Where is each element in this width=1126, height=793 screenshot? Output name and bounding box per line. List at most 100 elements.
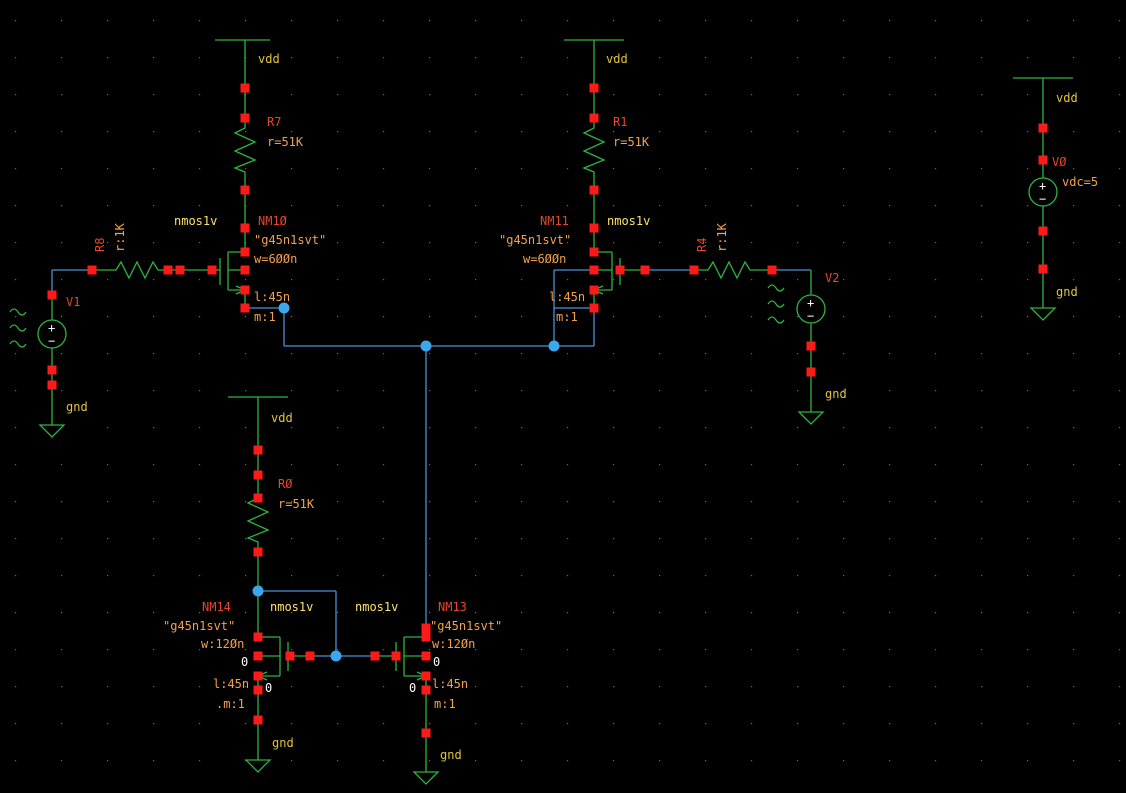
grid-dot (659, 94, 661, 96)
pin-marker[interactable] (163, 265, 173, 275)
pin-marker[interactable] (207, 265, 217, 275)
pin-marker[interactable] (370, 651, 380, 661)
gnd-symbol-v1[interactable]: gnd (38, 400, 88, 438)
source-v0[interactable]: + − VØ vdc=5 (1028, 128, 1098, 308)
pin-marker[interactable] (47, 365, 57, 375)
grid-dot (981, 94, 983, 96)
vdd-symbol-r7[interactable]: vdd (215, 39, 280, 88)
grid-dot (567, 538, 569, 540)
grid-dot (291, 205, 293, 207)
pin-marker[interactable] (589, 247, 599, 257)
pin-marker[interactable] (589, 303, 599, 313)
pin-marker[interactable] (806, 367, 816, 377)
grid-dot (935, 612, 937, 614)
grid-dot (705, 501, 707, 503)
pin-marker[interactable] (240, 247, 250, 257)
grid-dot (199, 501, 201, 503)
schematic-canvas[interactable]: vdd R7 r=51K nmos1v NM1Ø "g45n1svt" w=6Ø… (0, 0, 1126, 793)
pin-marker[interactable] (689, 265, 699, 275)
pin-marker[interactable] (589, 285, 599, 295)
pin-marker[interactable] (253, 547, 263, 557)
grid-dot (981, 575, 983, 577)
gnd-symbol-v0[interactable]: gnd (1029, 285, 1078, 321)
resistor-r4[interactable]: R4 r:1K (645, 222, 772, 280)
gnd-symbol-nm14[interactable]: gnd (244, 736, 294, 773)
grid-dot (797, 686, 799, 688)
pin-marker[interactable] (240, 113, 250, 123)
pin-marker[interactable] (285, 651, 295, 661)
junction-dot[interactable] (252, 585, 264, 597)
transistor-nm14[interactable]: NM14 nmos1v "g45n1svt" w:12Øn 0 l:45n 0 … (163, 591, 313, 760)
pin-marker[interactable] (253, 632, 263, 642)
resistor-r1[interactable]: R1 r=51K (582, 88, 650, 228)
pin-marker[interactable] (589, 265, 599, 275)
pin-marker[interactable] (421, 728, 431, 738)
grid-dot (613, 686, 615, 688)
vdd-symbol-r0[interactable]: vdd (228, 396, 293, 450)
grid-dot (337, 649, 339, 651)
vdd-symbol-v0[interactable]: vdd (1013, 77, 1078, 128)
pin-marker[interactable] (806, 341, 816, 351)
grid-dot (751, 20, 753, 22)
junction-dot[interactable] (548, 340, 560, 352)
pin-marker[interactable] (305, 651, 315, 661)
pin-marker[interactable] (253, 445, 263, 455)
pin-marker[interactable] (767, 265, 777, 275)
pin-marker[interactable] (253, 685, 263, 695)
pin-marker[interactable] (421, 632, 431, 642)
pin-marker[interactable] (240, 285, 250, 295)
junction-dot[interactable] (278, 302, 290, 314)
pin-marker[interactable] (253, 470, 263, 480)
pin-marker[interactable] (240, 185, 250, 195)
pin-marker[interactable] (253, 715, 263, 725)
resistor-r7[interactable]: R7 r=51K (233, 88, 304, 228)
grid-dot (705, 649, 707, 651)
gnd-symbol-nm13[interactable]: gnd (412, 748, 462, 785)
pin-marker[interactable] (1038, 264, 1048, 274)
grid-dot (521, 131, 523, 133)
grid-dot (889, 205, 891, 207)
pin-marker[interactable] (253, 493, 263, 503)
pin-marker[interactable] (615, 265, 625, 275)
junction-dot[interactable] (420, 340, 432, 352)
grid-dot (935, 538, 937, 540)
tail-net[interactable] (245, 269, 595, 628)
grid-dot (199, 57, 201, 59)
nm11-model: "g45n1svt" (499, 233, 571, 247)
pin-marker[interactable] (240, 265, 250, 275)
pin-marker[interactable] (87, 265, 97, 275)
pin-marker[interactable] (240, 83, 250, 93)
junction-dot[interactable] (330, 650, 342, 662)
pin-marker[interactable] (240, 303, 250, 313)
pin-marker[interactable] (589, 83, 599, 93)
pin-marker[interactable] (175, 265, 185, 275)
grid-dot (153, 760, 155, 762)
pin-marker[interactable] (421, 685, 431, 695)
pin-marker[interactable] (421, 671, 431, 681)
pin-marker[interactable] (589, 223, 599, 233)
pin-marker[interactable] (240, 223, 250, 233)
pin-marker[interactable] (421, 651, 431, 661)
gnd-symbol-v2[interactable]: gnd (797, 387, 847, 425)
pin-marker[interactable] (1038, 123, 1048, 133)
grid-dot (429, 427, 431, 429)
pin-marker[interactable] (421, 623, 431, 633)
grid-dot (61, 279, 63, 281)
pin-marker[interactable] (47, 290, 57, 300)
pin-marker[interactable] (589, 113, 599, 123)
grid-dot (61, 57, 63, 59)
pin-marker[interactable] (589, 185, 599, 195)
resistor-r8[interactable]: R8 r:1K (92, 222, 210, 280)
pin-marker[interactable] (640, 265, 650, 275)
pin-marker[interactable] (1038, 226, 1048, 236)
vdd-symbol-r1[interactable]: vdd (564, 39, 628, 88)
grid-dot (981, 131, 983, 133)
pin-marker[interactable] (47, 380, 57, 390)
pin-marker[interactable] (1038, 155, 1048, 165)
grid-dot (981, 205, 983, 207)
pin-marker[interactable] (253, 671, 263, 681)
pin-marker[interactable] (391, 651, 401, 661)
grid-dot (659, 649, 661, 651)
grid-dot (1119, 390, 1121, 392)
pin-marker[interactable] (253, 651, 263, 661)
